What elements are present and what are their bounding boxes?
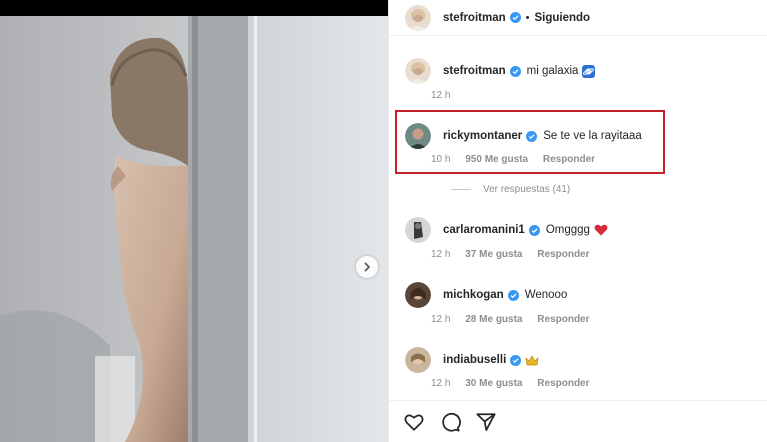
- comment-item: stefroitman mi galaxia: [405, 58, 745, 84]
- comments-panel: stefroitman • Siguiendo stefroitman mi g…: [388, 0, 767, 442]
- comment-meta: 12 h: [431, 90, 450, 101]
- comment-likes[interactable]: 37 Me gusta: [465, 249, 522, 260]
- author-username[interactable]: stefroitman: [443, 12, 506, 24]
- next-image-button[interactable]: [356, 256, 378, 278]
- media-top-bar: [0, 0, 388, 16]
- comment-item: indiabuselli: [405, 347, 745, 373]
- comment-button[interactable]: [439, 411, 461, 433]
- view-replies-label: Ver respuestas (41): [483, 184, 571, 195]
- avatar[interactable]: [405, 58, 431, 84]
- comment-username[interactable]: indiabuselli: [443, 354, 506, 366]
- comment-text: Omgggg: [545, 224, 590, 236]
- share-button[interactable]: [475, 411, 497, 433]
- separator-dot: •: [525, 11, 530, 24]
- comment-meta: 12 h 30 Me gusta Responder: [431, 378, 590, 389]
- comment-likes[interactable]: 28 Me gusta: [465, 314, 522, 325]
- comment-text: mi galaxia: [526, 65, 579, 77]
- reply-button[interactable]: Responder: [537, 249, 589, 260]
- heart-outline-icon: [404, 413, 424, 431]
- post-photo: [0, 16, 388, 442]
- view-replies-button[interactable]: Ver respuestas (41): [451, 184, 570, 195]
- comment-meta: 12 h 37 Me gusta Responder: [431, 249, 590, 260]
- comment-time[interactable]: 12 h: [431, 378, 450, 389]
- comment-likes[interactable]: 30 Me gusta: [465, 378, 522, 389]
- comment-time[interactable]: 12 h: [431, 314, 450, 325]
- verified-badge-icon: [509, 65, 521, 77]
- reply-button[interactable]: Responder: [537, 378, 589, 389]
- verified-badge-icon: [509, 12, 521, 23]
- post-media: [0, 0, 388, 442]
- comment-username[interactable]: carlaromanini1: [443, 224, 525, 236]
- avatar[interactable]: [405, 4, 431, 31]
- chevron-right-icon: [364, 262, 371, 272]
- comment-username[interactable]: michkogan: [443, 289, 504, 301]
- like-button[interactable]: [403, 411, 425, 433]
- comment-bubble-icon: [442, 412, 461, 432]
- avatar[interactable]: [405, 347, 431, 373]
- verified-badge-icon: [528, 224, 540, 236]
- avatar[interactable]: [405, 282, 431, 308]
- comment-text: Wenooo: [524, 289, 568, 301]
- heart-emoji-icon: [594, 224, 608, 236]
- paper-plane-icon: [476, 412, 496, 431]
- following-button[interactable]: Siguiendo: [534, 12, 590, 24]
- avatar[interactable]: [405, 217, 431, 243]
- comment-username[interactable]: stefroitman: [443, 65, 506, 77]
- reply-button[interactable]: Responder: [537, 314, 589, 325]
- replies-divider: [451, 189, 471, 190]
- verified-badge-icon: [510, 354, 522, 366]
- comment-meta: 12 h 28 Me gusta Responder: [431, 314, 590, 325]
- comment-item: michkogan Wenooo: [405, 282, 745, 308]
- post-header: stefroitman • Siguiendo: [389, 0, 767, 36]
- verified-badge-icon: [507, 289, 519, 301]
- action-bar: [389, 400, 767, 442]
- crown-emoji-icon: [525, 354, 539, 365]
- planet-emoji-icon: [582, 64, 596, 78]
- comment-time[interactable]: 12 h: [431, 249, 450, 260]
- highlight-box: [395, 110, 665, 174]
- comment-time[interactable]: 12 h: [431, 90, 450, 101]
- comment-item: carlaromanini1 Omgggg: [405, 217, 745, 243]
